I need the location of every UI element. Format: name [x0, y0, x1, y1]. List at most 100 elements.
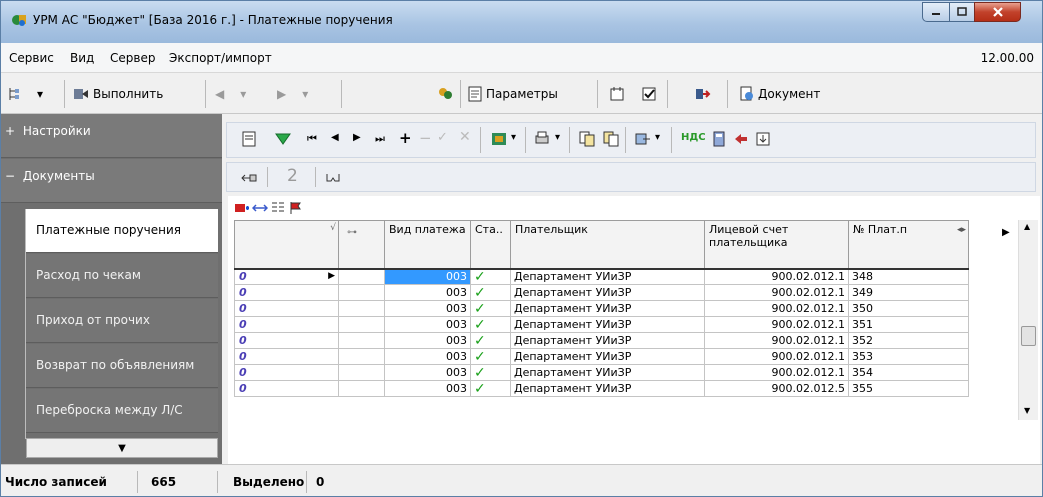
close-button[interactable]: [974, 2, 1021, 22]
number-cell[interactable]: 351: [848, 316, 969, 333]
payer-cell[interactable]: Департамент УИиЗР: [510, 300, 705, 317]
scroll-down-icon[interactable]: ▼: [1024, 406, 1030, 415]
payer-cell[interactable]: Департамент УИиЗР: [510, 316, 705, 333]
account-cell[interactable]: 900.02.012.1: [704, 267, 849, 285]
users-button[interactable]: [437, 82, 453, 106]
tree-view-button[interactable]: ▾: [7, 82, 43, 106]
copy-record-icon[interactable]: [579, 131, 595, 147]
chevron-down-icon[interactable]: ▾: [655, 132, 660, 143]
sidebar-settings-header[interactable]: + Настройки: [1, 114, 222, 158]
account-cell[interactable]: 900.02.012.1: [704, 332, 849, 349]
status-cell[interactable]: ✓: [470, 316, 511, 333]
table-row[interactable]: 0 003 ✓ Департамент УИиЗР 900.02.012.1 3…: [234, 364, 969, 381]
nds-button[interactable]: НДС: [681, 132, 706, 143]
account-cell[interactable]: 900.02.012.1: [704, 284, 849, 301]
payment-type-cell[interactable]: 003: [384, 348, 471, 365]
glasses-icon[interactable]: [325, 170, 341, 186]
refresh-icon[interactable]: [491, 131, 507, 147]
column-header-number[interactable]: № Плат.п ◂▸: [848, 220, 969, 269]
row-marker[interactable]: 0: [234, 300, 339, 317]
scroll-up-icon[interactable]: ▲: [1024, 222, 1030, 231]
chevron-down-icon[interactable]: ▾: [240, 87, 246, 101]
table-row[interactable]: 0 003 ✓ Департамент УИиЗР 900.02.012.1 3…: [234, 332, 969, 349]
sidebar-item-other-income[interactable]: Приход от прочих: [26, 299, 218, 343]
payer-cell[interactable]: Департамент УИиЗР: [510, 380, 705, 397]
link-cell[interactable]: [338, 364, 385, 381]
row-marker[interactable]: 0: [234, 316, 339, 333]
link-cell[interactable]: [338, 332, 385, 349]
link-cell[interactable]: [338, 316, 385, 333]
exit-button[interactable]: [695, 82, 711, 106]
cancel-record-icon[interactable]: ✕: [459, 129, 471, 145]
account-cell[interactable]: 900.02.012.1: [704, 316, 849, 333]
table-row[interactable]: 0 003 ✓ Департамент УИиЗР 900.02.012.1 3…: [234, 348, 969, 365]
chevron-down-icon[interactable]: ▾: [37, 87, 43, 101]
calculator-icon[interactable]: [711, 131, 727, 147]
back-button[interactable]: ◀ ▾: [215, 82, 246, 106]
table-row[interactable]: 0 003 ✓ Департамент УИиЗР 900.02.012.1 3…: [234, 300, 969, 317]
number-cell[interactable]: 353: [848, 348, 969, 365]
row-marker[interactable]: 0: [234, 284, 339, 301]
scroll-columns-icon[interactable]: ◂▸: [957, 225, 966, 235]
number-cell[interactable]: 350: [848, 300, 969, 317]
table-row[interactable]: 0 003 ✓ Департамент УИиЗР 900.02.012.5 3…: [234, 380, 969, 397]
run-button[interactable]: Выполнить: [73, 82, 163, 106]
payer-cell[interactable]: Департамент УИиЗР: [510, 284, 705, 301]
maximize-button[interactable]: [949, 2, 975, 22]
minimize-button[interactable]: [922, 2, 950, 22]
status-cell[interactable]: ✓: [470, 332, 511, 349]
number-cell[interactable]: 355: [848, 380, 969, 397]
document-button[interactable]: Документ: [739, 82, 820, 106]
row-marker[interactable]: 0: [234, 348, 339, 365]
number-cell[interactable]: 349: [848, 284, 969, 301]
chevron-down-icon[interactable]: ▾: [302, 87, 308, 101]
link-arrow-icon[interactable]: [241, 170, 257, 186]
table-row[interactable]: 0 ▶ 003 ✓ Департамент УИиЗР 900.02.012.1 …: [234, 267, 969, 285]
list-filter-icon[interactable]: [270, 200, 286, 216]
table-row[interactable]: 0 003 ✓ Департамент УИиЗР 900.02.012.1 3…: [234, 284, 969, 301]
menu-view[interactable]: Вид: [70, 51, 94, 65]
status-cell[interactable]: ✓: [470, 348, 511, 365]
number-cell[interactable]: 352: [848, 332, 969, 349]
paste-record-icon[interactable]: [603, 131, 619, 147]
vertical-scrollbar[interactable]: ▲ ▼: [1018, 220, 1038, 420]
link-cell[interactable]: [338, 380, 385, 397]
payer-cell[interactable]: Департамент УИиЗР: [510, 348, 705, 365]
scrollbar-thumb[interactable]: [1021, 326, 1036, 346]
link-cell[interactable]: [338, 284, 385, 301]
post-record-icon[interactable]: ✓: [437, 130, 448, 145]
sidebar-scroll-down[interactable]: ▼: [26, 438, 218, 458]
column-header-marker[interactable]: √: [234, 220, 339, 269]
status-cell[interactable]: ✓: [470, 364, 511, 381]
form-icon[interactable]: [241, 131, 257, 147]
row-marker[interactable]: 0: [234, 332, 339, 349]
forward-button[interactable]: ▶ ▾: [277, 82, 308, 106]
row-marker[interactable]: 0: [234, 364, 339, 381]
number-cell[interactable]: 354: [848, 364, 969, 381]
status-cell[interactable]: ✓: [470, 300, 511, 317]
delete-record-icon[interactable]: −: [419, 129, 432, 147]
last-record-icon[interactable]: ⏭: [375, 132, 385, 146]
back-arrow-icon[interactable]: [733, 131, 749, 147]
prev-record-icon[interactable]: ◀: [331, 132, 339, 143]
account-cell[interactable]: 900.02.012.1: [704, 364, 849, 381]
menu-service[interactable]: Сервис: [9, 51, 54, 65]
payment-type-cell[interactable]: 003: [384, 332, 471, 349]
link-cell[interactable]: [338, 348, 385, 365]
sidebar-item-check-expense[interactable]: Расход по чекам: [26, 254, 218, 298]
account-cell[interactable]: 900.02.012.1: [704, 300, 849, 317]
payer-cell[interactable]: Департамент УИиЗР: [510, 267, 705, 285]
parameters-button[interactable]: Параметры: [467, 82, 558, 106]
table-row[interactable]: 0 003 ✓ Департамент УИиЗР 900.02.012.1 3…: [234, 316, 969, 333]
payment-type-cell[interactable]: 003: [384, 316, 471, 333]
print-icon[interactable]: [534, 131, 550, 147]
row-marker[interactable]: 0: [234, 380, 339, 397]
menu-server[interactable]: Сервер: [110, 51, 155, 65]
chevron-down-icon[interactable]: ▾: [511, 132, 516, 143]
new-row-icon[interactable]: [234, 200, 250, 216]
payment-type-cell[interactable]: 003: [384, 300, 471, 317]
calendar-button[interactable]: [609, 82, 625, 106]
sidebar-item-refund[interactable]: Возврат по объявлениям: [26, 344, 218, 388]
number-cell[interactable]: 348: [848, 267, 969, 285]
payment-type-cell[interactable]: 003: [384, 364, 471, 381]
